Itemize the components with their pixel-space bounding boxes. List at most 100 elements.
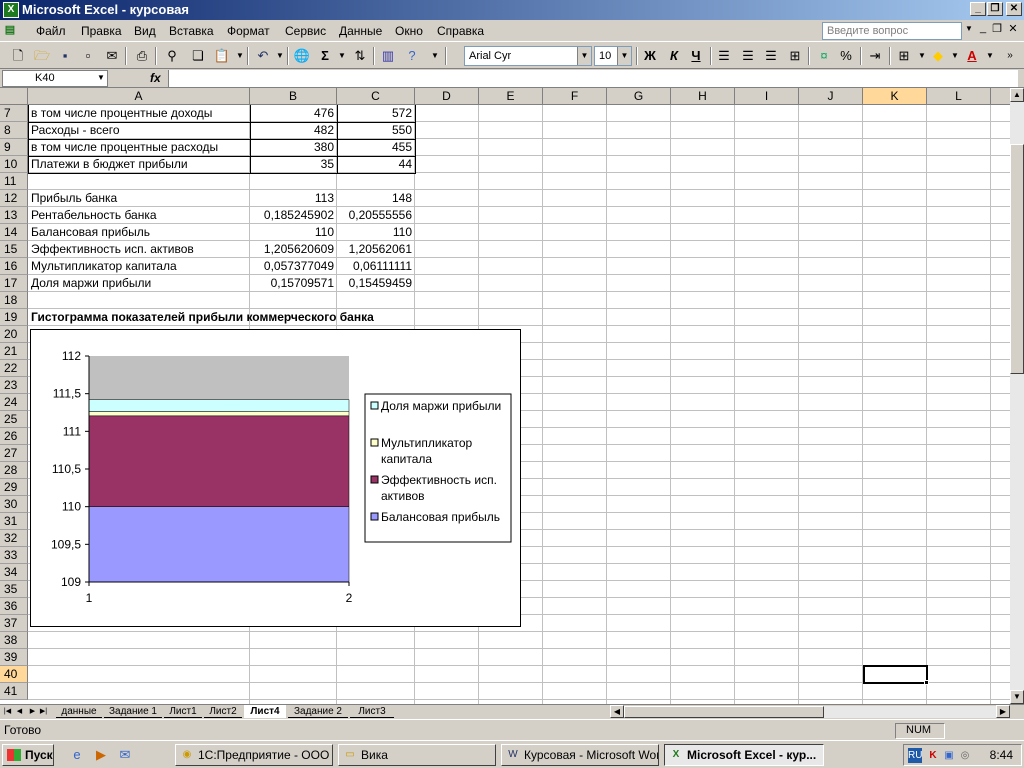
merge-center-icon[interactable]: ⊞ [785,46,805,66]
row-header[interactable]: 17 [0,275,28,292]
toolbar-options-icon[interactable]: » [1000,46,1020,66]
document-icon[interactable]: ▤ [3,23,17,39]
prev-sheet-icon[interactable]: ◀ [14,706,25,718]
cell-a7[interactable]: в том числе процентные доходы [28,105,250,122]
select-all-corner[interactable] [0,88,28,105]
antivirus-icon[interactable]: K [926,748,940,763]
cell-b14[interactable]: 110 [250,224,337,241]
cell-c12[interactable]: 148 [337,190,415,207]
cell-a14[interactable]: Балансовая прибыль [28,224,250,241]
sheet-tab[interactable]: данные [56,705,102,718]
cell-a10[interactable]: Платежи в бюджет прибыли [28,156,250,173]
menu-data[interactable]: Данные [339,24,382,38]
cell-a8[interactable]: Расходы - всего [28,122,250,139]
cell-b16[interactable]: 0,057377049 [250,258,337,275]
row-header[interactable]: 35 [0,581,28,598]
cell-b13[interactable]: 0,185245902 [250,207,337,224]
cell-b15[interactable]: 1,205620609 [250,241,337,258]
row-header[interactable]: 13 [0,207,28,224]
font-color-icon[interactable]: A [962,46,982,66]
sheet-tab-active[interactable]: Лист4 [244,705,286,718]
fill-handle[interactable] [924,680,929,685]
menu-tools[interactable]: Сервис [285,24,326,38]
column-header[interactable]: L [927,88,991,105]
cell-b7[interactable]: 476 [250,105,337,122]
row-header[interactable]: 40 [0,666,28,683]
menu-view[interactable]: Вид [134,24,156,38]
sheet-tab[interactable]: Лист1 [164,705,202,718]
percent-button[interactable]: % [836,46,856,66]
column-header[interactable]: G [607,88,671,105]
row-header[interactable]: 21 [0,343,28,360]
row-header[interactable]: 41 [0,683,28,700]
menu-file[interactable]: Файл [36,24,66,38]
sheet-tab[interactable]: Лист3 [350,705,394,718]
chevron-down-icon[interactable]: ▼ [980,46,1000,66]
embedded-chart[interactable]: 112 111,5 111 110,5 110 109,5 109 1 2 Доля маржи … [30,329,521,627]
column-header[interactable]: I [735,88,799,105]
cell-b8[interactable]: 482 [250,122,337,139]
first-sheet-icon[interactable]: |◀ [2,706,13,718]
menu-window[interactable]: Окно [395,24,423,38]
italic-button[interactable]: К [664,46,684,66]
permission-icon[interactable]: ▫ [78,46,98,66]
row-header[interactable]: 8 [0,122,28,139]
cell-a15[interactable]: Эффективность исп. активов [28,241,250,258]
column-header[interactable]: C [337,88,415,105]
chevron-down-icon[interactable]: ▼ [577,47,591,65]
chevron-down-icon[interactable]: ▼ [425,46,445,66]
doc-minimize-button[interactable]: _ [976,22,990,38]
row-header[interactable]: 38 [0,632,28,649]
row-header[interactable]: 18 [0,292,28,309]
task-1c[interactable]: ◉ 1С:Предприятие - ООО ... [175,744,333,766]
doc-restore-button[interactable]: ❐ [990,22,1004,38]
column-header[interactable]: A [28,88,250,105]
row-header[interactable]: 19 [0,309,28,326]
scroll-down-icon[interactable]: ▼ [1010,690,1024,704]
column-header[interactable]: H [671,88,735,105]
column-header[interactable]: F [543,88,607,105]
menu-edit[interactable]: Правка [81,24,122,38]
new-file-icon[interactable]: 🗋 [8,46,28,66]
cell-c10[interactable]: 44 [337,156,415,173]
column-header[interactable]: J [799,88,863,105]
cell-b12[interactable]: 113 [250,190,337,207]
cell-b9[interactable]: 380 [250,139,337,156]
cell-a19-chart-title[interactable]: Гистограмма показателей прибыли коммерче… [28,309,428,326]
cell-c9[interactable]: 455 [337,139,415,156]
scroll-left-icon[interactable]: ◀ [610,705,624,718]
row-header[interactable]: 15 [0,241,28,258]
outlook-icon[interactable]: ✉ [116,746,134,764]
row-header[interactable]: 24 [0,394,28,411]
row-header[interactable]: 27 [0,445,28,462]
row-header[interactable]: 28 [0,462,28,479]
row-header[interactable]: 14 [0,224,28,241]
cell-a12[interactable]: Прибыль банка [28,190,250,207]
row-header[interactable]: 29 [0,479,28,496]
row-header[interactable]: 22 [0,360,28,377]
restore-button[interactable]: ❐ [987,2,1003,16]
row-header[interactable]: 23 [0,377,28,394]
network-icon[interactable]: ▣ [942,748,956,763]
align-left-icon[interactable]: ☰ [714,46,734,66]
sort-ascending-icon[interactable]: ⇅ [350,46,370,66]
hyperlink-icon[interactable]: 🌐 [292,46,312,66]
task-folder[interactable]: ▭ Вика [338,744,496,766]
cell-b10[interactable]: 35 [250,156,337,173]
vertical-scrollbar[interactable]: ▲ ▼ [1010,88,1024,704]
scroll-thumb[interactable] [1010,144,1024,374]
sheet-tab[interactable]: Лист2 [204,705,242,718]
column-header[interactable]: K [863,88,927,105]
underline-button[interactable]: Ч [686,46,706,66]
next-sheet-icon[interactable]: ▶ [27,706,38,718]
copy-icon[interactable]: ❏ [188,46,208,66]
row-header[interactable]: 12 [0,190,28,207]
sheet-tab[interactable]: Задание 1 [104,705,162,718]
internet-explorer-icon[interactable]: e [68,746,86,764]
cell-c15[interactable]: 1,20562061 [337,241,415,258]
row-header[interactable]: 31 [0,513,28,530]
row-header[interactable]: 39 [0,649,28,666]
row-header[interactable]: 33 [0,547,28,564]
last-sheet-icon[interactable]: ▶| [38,706,49,718]
doc-close-button[interactable]: ✕ [1006,22,1020,38]
